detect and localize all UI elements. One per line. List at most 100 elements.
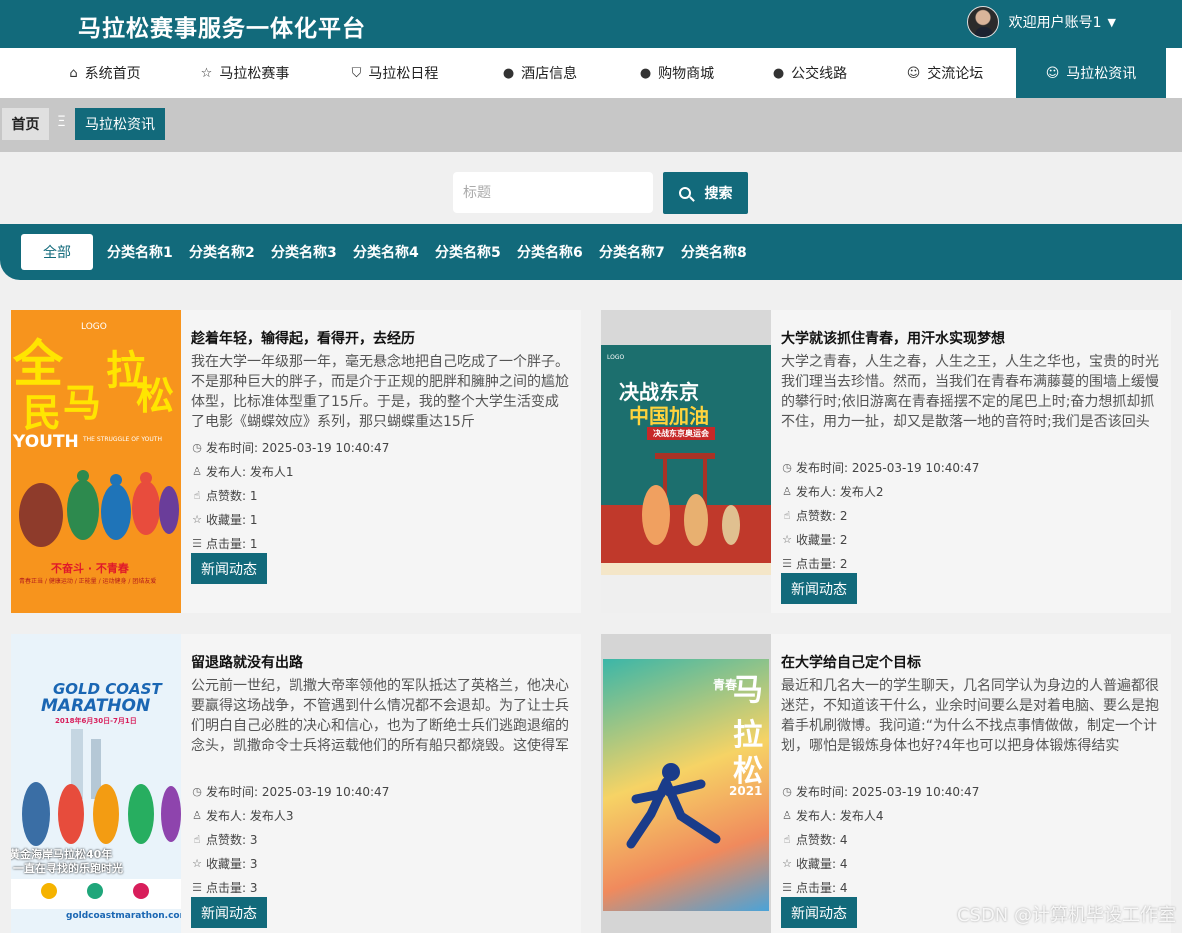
news-category-tag[interactable]: 新闻动态 (781, 897, 857, 928)
click-count: ☰ 点击量: 1 (191, 535, 258, 552)
meta-value: 4 (839, 880, 848, 895)
meta-label: 收藏量: (796, 857, 837, 871)
meta-label: 点赞数: (206, 833, 247, 847)
chevron-down-icon[interactable]: ▼ (1108, 16, 1116, 29)
category-item[interactable]: 分类名称5 (435, 234, 501, 270)
publish-time: ◷ 发布时间: 2025-03-19 10:40:47 (781, 783, 979, 800)
publisher: ♙ 发布人: 发布人4 (781, 807, 883, 824)
nav-item-news[interactable]: ☺ 马拉松资讯 (1016, 48, 1166, 98)
welcome-text[interactable]: 欢迎用户账号1 (1009, 12, 1102, 32)
nav-item-events[interactable]: ☆ 马拉松赛事 (180, 48, 310, 98)
nav-item-forum[interactable]: ☺ 交流论坛 (880, 48, 1010, 98)
meta-value: 4 (839, 856, 848, 871)
runners-illustration (22, 729, 181, 846)
news-title[interactable]: 留退路就没有出路 (191, 652, 303, 672)
meta-value: 1 (249, 536, 258, 551)
category-item[interactable]: 分类名称4 (353, 234, 419, 270)
breadcrumb-home[interactable]: 首页 (2, 108, 49, 140)
nav-item-schedule[interactable]: ⛉ 马拉松日程 (330, 48, 460, 98)
nav-label: 酒店信息 (521, 66, 578, 82)
search-icon (678, 187, 691, 199)
meta-value: 2 (839, 556, 848, 571)
nav-label: 马拉松日程 (368, 66, 439, 82)
category-item[interactable]: 分类名称3 (271, 234, 337, 270)
meta-label: 发布时间: (796, 461, 849, 475)
meta-label: 点赞数: (796, 509, 837, 523)
news-summary: 我在大学一年级那一年，毫无悬念地把自己吃成了一个胖子。不是那种巨大的胖子，而是介… (191, 354, 569, 430)
category-all[interactable]: 全部 (21, 234, 93, 270)
user-icon: ♙ (192, 465, 202, 478)
news-card[interactable]: GOLD COAST MARATHON 2018年6月30日-7月1日 黄金海岸… (11, 634, 581, 933)
nav-label: 马拉松资讯 (1066, 66, 1137, 82)
document-icon: ☰ (782, 881, 792, 894)
news-summary: 最近和几名大一的学生聊天，几名同学认为身边的人普遍都很迷茫，不知道该干什么，业余… (781, 678, 1159, 754)
breadcrumb-current: 马拉松资讯 (75, 108, 165, 140)
document-icon: ☰ (192, 537, 202, 550)
user-menu[interactable]: 欢迎用户账号1 ▼ (966, 6, 1116, 38)
breadcrumb: 首页 Ξ 马拉松资讯 (0, 98, 1182, 152)
meta-value: 4 (839, 832, 848, 847)
thumbs-up-icon: ☝ (193, 833, 201, 846)
category-item[interactable]: 分类名称1 (107, 234, 173, 270)
meta-label: 收藏量: (206, 513, 247, 527)
info-icon: ● (772, 65, 785, 81)
site-title: 马拉松赛事服务一体化平台 (78, 16, 366, 42)
news-card[interactable]: LOGO 全 民 马 拉 松 YOUTH THE STRUGGLE OF YOU… (11, 310, 581, 613)
avatar[interactable] (966, 6, 999, 38)
runners-illustration (19, 470, 179, 547)
poster-side-text: 青春 (713, 678, 738, 692)
meta-value: 2025-03-19 10:40:47 (261, 784, 390, 799)
publisher: ♙ 发布人: 发布人3 (191, 807, 293, 824)
category-item[interactable]: 分类名称2 (189, 234, 255, 270)
poster-url: goldcoastmarathon.com (66, 911, 181, 921)
category-item[interactable]: 分类名称6 (517, 234, 583, 270)
search-button[interactable]: 搜索 (663, 172, 748, 214)
meta-value: 2 (839, 532, 848, 547)
news-thumbnail[interactable]: LOGO 决战东京 中国加油 决战东京奥运会 (601, 310, 771, 613)
news-title[interactable]: 大学就该抓住青春，用汗水实现梦想 (781, 328, 1005, 348)
clock-icon: ◷ (192, 441, 202, 454)
meta-value: 发布人2 (839, 485, 884, 499)
news-thumbnail[interactable]: LOGO 全 民 马 拉 松 YOUTH THE STRUGGLE OF YOU… (11, 310, 181, 613)
meta-value: 2025-03-19 10:40:47 (261, 440, 390, 455)
meta-value: 发布人1 (249, 465, 294, 479)
star-icon: ☆ (192, 857, 202, 870)
like-count: ☝ 点赞数: 2 (781, 507, 848, 524)
nav-label: 公交线路 (791, 66, 848, 82)
watermark: CSDN @计算机毕设工作室 (956, 905, 1176, 926)
star-icon: ☆ (200, 65, 213, 81)
user-icon: ♙ (782, 485, 792, 498)
nav-label: 马拉松赛事 (219, 66, 290, 82)
news-card[interactable]: 马 拉 松 青春 2021 在大学给自己定个目标 最近和几名大一的学生聊天，几名… (601, 634, 1171, 933)
meta-label: 发布时间: (206, 785, 259, 799)
bag-icon: ⛉ (351, 65, 362, 81)
nav-item-shop[interactable]: ● 购物商城 (612, 48, 742, 98)
poster-headline: 中国加油 (629, 404, 709, 428)
nav-item-home[interactable]: ⌂ 系统首页 (40, 48, 170, 98)
user-icon: ♙ (782, 809, 792, 822)
category-item[interactable]: 分类名称8 (681, 234, 747, 270)
search-input[interactable] (453, 172, 653, 213)
poster-headline: MARATHON (41, 696, 151, 716)
news-title[interactable]: 在大学给自己定个目标 (781, 652, 921, 672)
smile-icon: ☺ (906, 65, 921, 81)
category-item[interactable]: 分类名称7 (599, 234, 665, 270)
star-icon: ☆ (192, 513, 202, 526)
news-thumbnail[interactable]: GOLD COAST MARATHON 2018年6月30日-7月1日 黄金海岸… (11, 634, 181, 933)
meta-label: 发布人: (206, 465, 247, 479)
favorite-count: ☆ 收藏量: 4 (781, 855, 848, 872)
news-card[interactable]: LOGO 决战东京 中国加油 决战东京奥运会 大学就该抓住青春，用汗水实现梦想 … (601, 310, 1171, 613)
favorite-count: ☆ 收藏量: 1 (191, 511, 257, 528)
news-category-tag[interactable]: 新闻动态 (191, 897, 267, 928)
news-category-tag[interactable]: 新闻动态 (191, 553, 267, 584)
nav-item-hotel[interactable]: ● 酒店信息 (475, 48, 605, 98)
news-title[interactable]: 趁着年轻，输得起，看得开，去经历 (191, 328, 415, 348)
news-category-tag[interactable]: 新闻动态 (781, 573, 857, 604)
poster-caption: 一直在寻找的乐跑时光 (13, 862, 123, 875)
publisher: ♙ 发布人: 发布人1 (191, 463, 294, 480)
nav-item-bus[interactable]: ● 公交线路 (745, 48, 875, 98)
meta-label: 发布时间: (796, 785, 849, 799)
meta-value: 3 (249, 880, 258, 895)
news-thumbnail[interactable]: 马 拉 松 青春 2021 (601, 634, 771, 933)
meta-label: 点击量: (206, 881, 247, 895)
